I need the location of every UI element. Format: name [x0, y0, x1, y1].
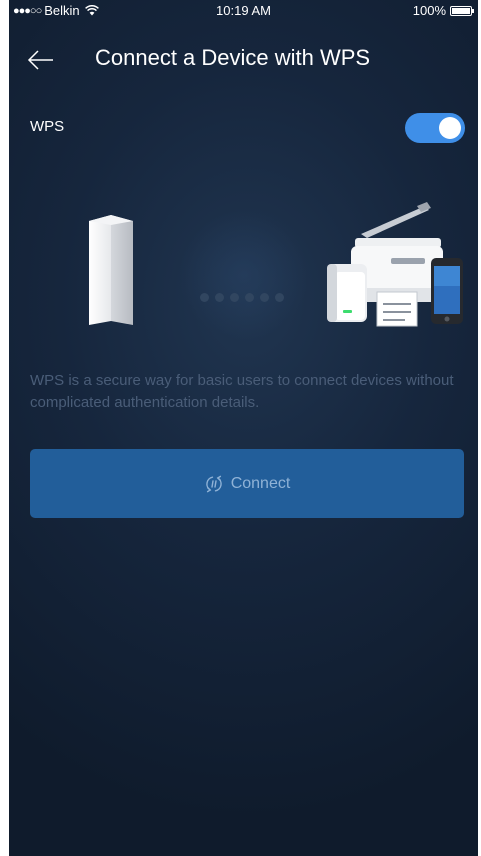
phone-screen: ●●●○○ Belkin 10:19 AM 100% Connect a Dev…	[9, 0, 478, 856]
connection-dot	[245, 293, 254, 302]
battery-icon	[450, 5, 474, 16]
connect-button-label: Connect	[230, 474, 291, 492]
illustration-glow	[179, 210, 309, 340]
arrow-left-icon	[27, 50, 53, 70]
wps-toggle[interactable]	[405, 113, 465, 143]
status-time: 10:19 AM	[216, 3, 271, 18]
wps-description: WPS is a secure way for basic users to c…	[30, 372, 454, 411]
wps-setting-row: WPS	[30, 110, 465, 144]
connection-dot	[215, 293, 224, 302]
connect-button[interactable]: Connect	[30, 449, 464, 518]
connection-dots	[200, 293, 290, 302]
header: Connect a Device with WPS	[9, 36, 478, 86]
back-button[interactable]	[23, 46, 57, 74]
connection-dot	[260, 293, 269, 302]
printer-extender-phone-icon	[327, 202, 463, 327]
wps-illustration	[9, 190, 478, 340]
connection-dot	[200, 293, 209, 302]
router-icon	[89, 215, 133, 325]
toggle-knob	[439, 117, 461, 139]
wps-icon	[205, 475, 222, 492]
connection-dot	[275, 293, 284, 302]
status-bar: ●●●○○ Belkin 10:19 AM 100%	[9, 0, 478, 22]
wps-label: WPS	[30, 118, 65, 135]
connection-dot	[230, 293, 239, 302]
page-title: Connect a Device with WPS	[95, 45, 371, 70]
battery-percentage: 100%	[412, 3, 446, 18]
status-right: 100%	[412, 3, 474, 18]
